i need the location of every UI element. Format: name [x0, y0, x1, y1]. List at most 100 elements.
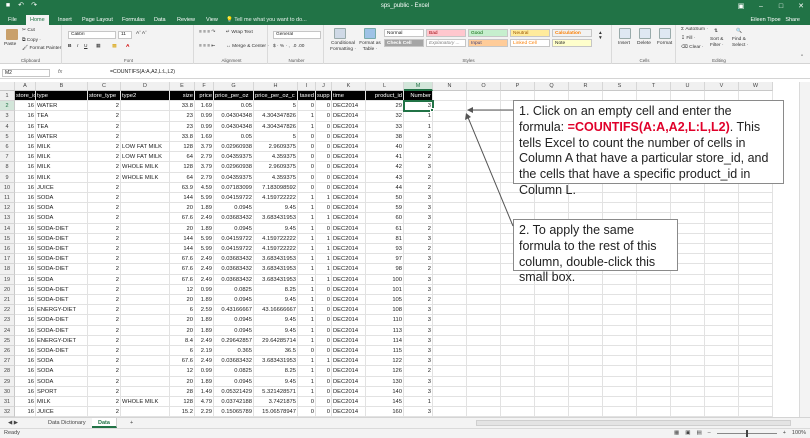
table-cell[interactable]: 36.5: [254, 346, 298, 357]
table-cell[interactable]: [569, 325, 603, 336]
table-cell[interactable]: [603, 335, 637, 346]
table-cell[interactable]: [535, 284, 569, 295]
row-header[interactable]: 2: [0, 101, 15, 112]
table-cell[interactable]: 0.04159722: [214, 244, 254, 255]
table-cell[interactable]: 2.49: [195, 335, 214, 346]
table-cell[interactable]: 1: [298, 325, 316, 336]
name-box[interactable]: M2: [2, 69, 50, 77]
column-header[interactable]: C: [88, 82, 121, 91]
table-cell[interactable]: [433, 254, 467, 265]
table-cell[interactable]: 4.359375: [254, 172, 298, 183]
table-cell[interactable]: 2: [88, 244, 121, 255]
table-cell[interactable]: [121, 386, 170, 397]
table-cell[interactable]: [433, 264, 467, 275]
table-cell[interactable]: [603, 366, 637, 377]
table-cell[interactable]: [637, 397, 671, 408]
table-cell[interactable]: 1: [298, 356, 316, 367]
insert-cells-icon[interactable]: [619, 28, 631, 39]
table-cell[interactable]: [705, 295, 739, 306]
tab-formulas[interactable]: Formulas: [118, 15, 149, 25]
table-cell[interactable]: [535, 325, 569, 336]
table-cell[interactable]: ENERGY-DIET: [36, 305, 88, 316]
table-cell[interactable]: 20: [170, 223, 195, 234]
table-cell[interactable]: 1: [316, 356, 332, 367]
table-cell[interactable]: [739, 335, 773, 346]
table-cell[interactable]: 50: [366, 193, 404, 204]
table-cell[interactable]: [569, 397, 603, 408]
table-cell[interactable]: 2: [88, 346, 121, 357]
table-cell[interactable]: [637, 407, 671, 417]
table-cell[interactable]: 0.04159722: [214, 233, 254, 244]
table-cell[interactable]: 0: [316, 111, 332, 122]
table-cell[interactable]: 0: [316, 203, 332, 214]
table-cell[interactable]: [121, 295, 170, 306]
table-cell[interactable]: [705, 284, 739, 295]
table-cell[interactable]: [467, 274, 501, 285]
table-cell[interactable]: [467, 162, 501, 173]
table-cell[interactable]: 16: [15, 213, 36, 224]
table-cell[interactable]: 2: [88, 111, 121, 122]
column-header[interactable]: V: [705, 82, 739, 91]
table-cell[interactable]: [705, 213, 739, 224]
table-cell[interactable]: [705, 315, 739, 326]
sheet-tab-data[interactable]: Data: [92, 418, 117, 428]
column-header[interactable]: A: [15, 82, 36, 91]
table-cell[interactable]: 12: [170, 284, 195, 295]
table-cell[interactable]: [433, 182, 467, 193]
row-header[interactable]: 3: [0, 111, 15, 122]
table-cell[interactable]: 1: [298, 366, 316, 377]
table-cell[interactable]: DEC2014: [332, 254, 366, 265]
table-cell[interactable]: 16: [15, 182, 36, 193]
table-cell[interactable]: 0: [298, 131, 316, 142]
style-note[interactable]: Note: [552, 39, 592, 47]
table-cell[interactable]: 3: [404, 203, 433, 214]
table-cell[interactable]: [467, 131, 501, 142]
table-cell[interactable]: [433, 274, 467, 285]
table-cell[interactable]: DEC2014: [332, 162, 366, 173]
table-cell[interactable]: 33.8: [170, 131, 195, 142]
table-cell[interactable]: 16: [15, 244, 36, 255]
table-cell[interactable]: [603, 386, 637, 397]
row-header[interactable]: 6: [0, 142, 15, 153]
table-cell[interactable]: [433, 223, 467, 234]
table-cell[interactable]: [121, 346, 170, 357]
table-cell[interactable]: [739, 407, 773, 417]
table-cell[interactable]: 128: [170, 397, 195, 408]
table-cell[interactable]: [535, 203, 569, 214]
table-cell[interactable]: [637, 284, 671, 295]
table-cell[interactable]: [121, 254, 170, 265]
table-cell[interactable]: 9.45: [254, 295, 298, 306]
table-cell[interactable]: [739, 366, 773, 377]
table-cell[interactable]: 2: [88, 193, 121, 204]
table-cell[interactable]: 2: [88, 264, 121, 275]
table-cell[interactable]: 3.683431953: [254, 264, 298, 275]
table-cell[interactable]: MILK: [36, 152, 88, 163]
tab-insert[interactable]: Insert: [54, 15, 76, 25]
table-cell[interactable]: 1: [298, 111, 316, 122]
table-cell[interactable]: [671, 295, 705, 306]
table-cell[interactable]: [467, 244, 501, 255]
table-cell[interactable]: 0: [316, 223, 332, 234]
fill-handle[interactable]: [430, 108, 434, 113]
table-cell[interactable]: 9.45: [254, 315, 298, 326]
table-cell[interactable]: 3.7421875: [254, 397, 298, 408]
bold-icon[interactable]: B: [68, 44, 71, 49]
table-cell[interactable]: 2: [88, 223, 121, 234]
header-cell[interactable]: price: [195, 91, 214, 102]
table-cell[interactable]: 16: [15, 131, 36, 142]
table-cell[interactable]: 0.04159722: [214, 193, 254, 204]
table-cell[interactable]: 1: [298, 305, 316, 316]
table-cell[interactable]: [501, 376, 535, 387]
table-cell[interactable]: [501, 386, 535, 397]
table-cell[interactable]: 1: [316, 193, 332, 204]
find-select-icon[interactable]: 🔍: [736, 29, 742, 34]
table-cell[interactable]: [433, 244, 467, 255]
style-input[interactable]: Input: [468, 39, 508, 47]
table-cell[interactable]: 61: [366, 223, 404, 234]
row-header[interactable]: 23: [0, 315, 15, 326]
table-cell[interactable]: 0: [298, 101, 316, 112]
table-cell[interactable]: 16: [15, 152, 36, 163]
table-cell[interactable]: 0: [298, 142, 316, 153]
find-select-button[interactable]: Find & Select ·: [732, 37, 754, 49]
table-cell[interactable]: [739, 376, 773, 387]
